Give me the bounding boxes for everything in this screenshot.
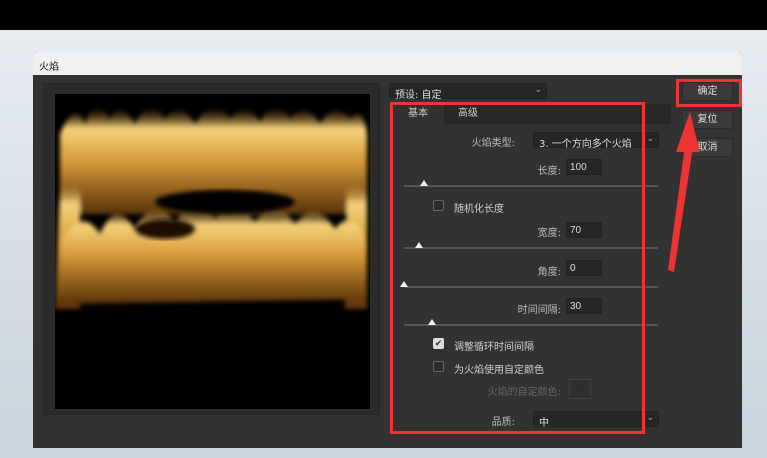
flame-preview: [43, 83, 380, 415]
annotation-box-ok: [676, 79, 742, 107]
top-black-bar: [0, 0, 767, 30]
dialog-title: 火焰: [33, 52, 742, 75]
flame-preview-image: [55, 94, 370, 409]
annotation-box-settings: [390, 102, 645, 434]
preset-value: 预设: 自定: [395, 90, 442, 101]
chevron-down-icon: ⌄: [534, 85, 542, 95]
annotation-arrow-icon: [668, 112, 700, 272]
chevron-down-icon: ⌄: [646, 134, 654, 144]
chevron-down-icon: ⌄: [646, 413, 654, 423]
preset-select[interactable]: 预设: 自定 ⌄: [389, 83, 547, 101]
